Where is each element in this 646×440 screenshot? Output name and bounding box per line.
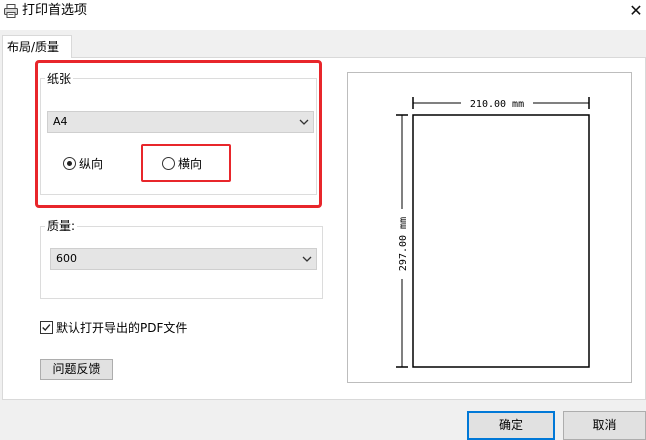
ok-button[interactable]: 确定 bbox=[467, 411, 555, 440]
title-bar: 打印首选项 ✕ bbox=[0, 0, 646, 30]
open-pdf-label: 默认打开导出的PDF文件 bbox=[56, 321, 188, 335]
page-preview: 210.00 mm 297.00 mm bbox=[347, 72, 632, 383]
page-outline bbox=[412, 114, 590, 368]
paper-group-highlight bbox=[35, 60, 322, 208]
window-title: 打印首选项 bbox=[22, 3, 88, 18]
landscape-highlight bbox=[141, 144, 231, 182]
chevron-down-icon bbox=[302, 256, 312, 262]
quality-value: 600 bbox=[56, 252, 77, 265]
close-button[interactable]: ✕ bbox=[626, 0, 646, 26]
quality-group-label: 质量: bbox=[45, 219, 78, 233]
close-icon: ✕ bbox=[629, 1, 643, 20]
cancel-button[interactable]: 取消 bbox=[563, 411, 646, 440]
printer-icon bbox=[4, 4, 18, 18]
width-label: 210.00 mm bbox=[470, 99, 524, 110]
ok-label: 确定 bbox=[498, 418, 523, 432]
open-pdf-checkbox[interactable] bbox=[40, 321, 53, 334]
feedback-button[interactable]: 问题反馈 bbox=[40, 359, 113, 380]
cancel-label: 取消 bbox=[592, 418, 617, 432]
tab-layout-quality[interactable]: 布局/质量 bbox=[2, 35, 72, 58]
preview-drawing: 210.00 mm 297.00 mm bbox=[395, 95, 590, 368]
open-pdf-checkbox-row[interactable]: 默认打开导出的PDF文件 bbox=[40, 319, 187, 336]
height-label: 297.00 mm bbox=[398, 217, 409, 271]
tab-label: 布局/质量 bbox=[7, 40, 60, 54]
checkmark-icon bbox=[42, 324, 51, 332]
feedback-label: 问题反馈 bbox=[52, 362, 101, 376]
quality-select[interactable]: 600 bbox=[50, 248, 317, 270]
